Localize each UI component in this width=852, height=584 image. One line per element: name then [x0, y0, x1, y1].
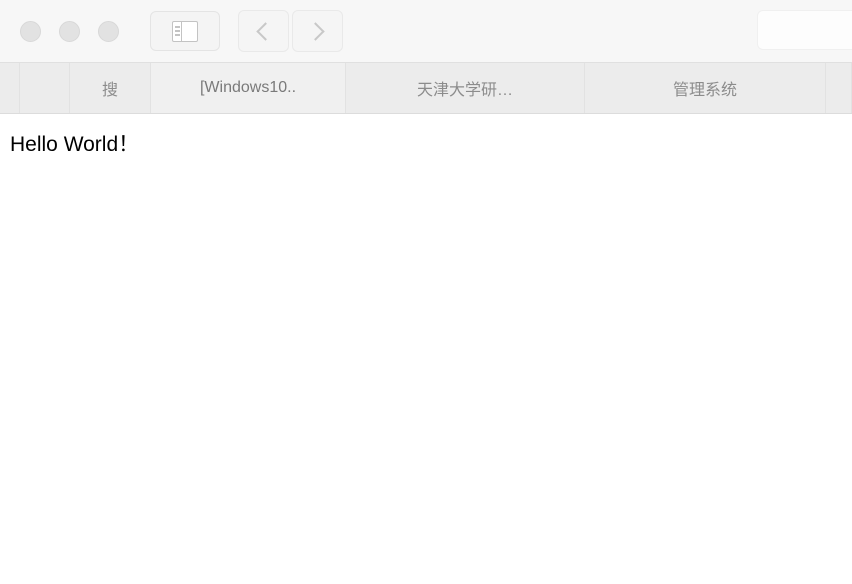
sidebar-icon-line	[175, 33, 180, 36]
browser-window: 搜 [Windows10.. 天津大学研… 管理系统 Hello World！	[0, 0, 852, 584]
browser-tab[interactable]	[826, 63, 852, 113]
close-button[interactable]	[20, 20, 41, 42]
browser-tab[interactable]	[20, 63, 70, 113]
page-heading: Hello World！	[10, 133, 140, 156]
browser-tab[interactable]: 天津大学研…	[346, 63, 585, 113]
navigation-buttons	[238, 10, 343, 52]
chevron-right-icon	[306, 21, 325, 41]
window-controls	[20, 20, 119, 42]
browser-tab[interactable]: 搜	[70, 63, 151, 113]
sidebar-icon	[172, 20, 198, 42]
minimize-button[interactable]	[59, 20, 80, 42]
browser-tab[interactable]: 管理系统	[585, 63, 826, 113]
sidebar-icon-panel	[173, 21, 182, 41]
browser-tab[interactable]: [Windows10..	[151, 63, 346, 113]
address-search-input[interactable]	[757, 10, 852, 50]
zoom-button[interactable]	[98, 20, 119, 42]
sidebar-icon-line	[175, 26, 180, 29]
tab-bar: 搜 [Windows10.. 天津大学研… 管理系统	[0, 62, 852, 114]
page-content: Hello World！	[0, 114, 852, 584]
browser-tab[interactable]	[0, 63, 20, 113]
sidebar-toggle-button[interactable]	[150, 11, 220, 51]
forward-button[interactable]	[292, 10, 343, 52]
sidebar-icon-line	[175, 30, 180, 32]
chevron-left-icon	[256, 21, 275, 41]
browser-toolbar	[0, 0, 852, 62]
back-button[interactable]	[238, 10, 289, 52]
